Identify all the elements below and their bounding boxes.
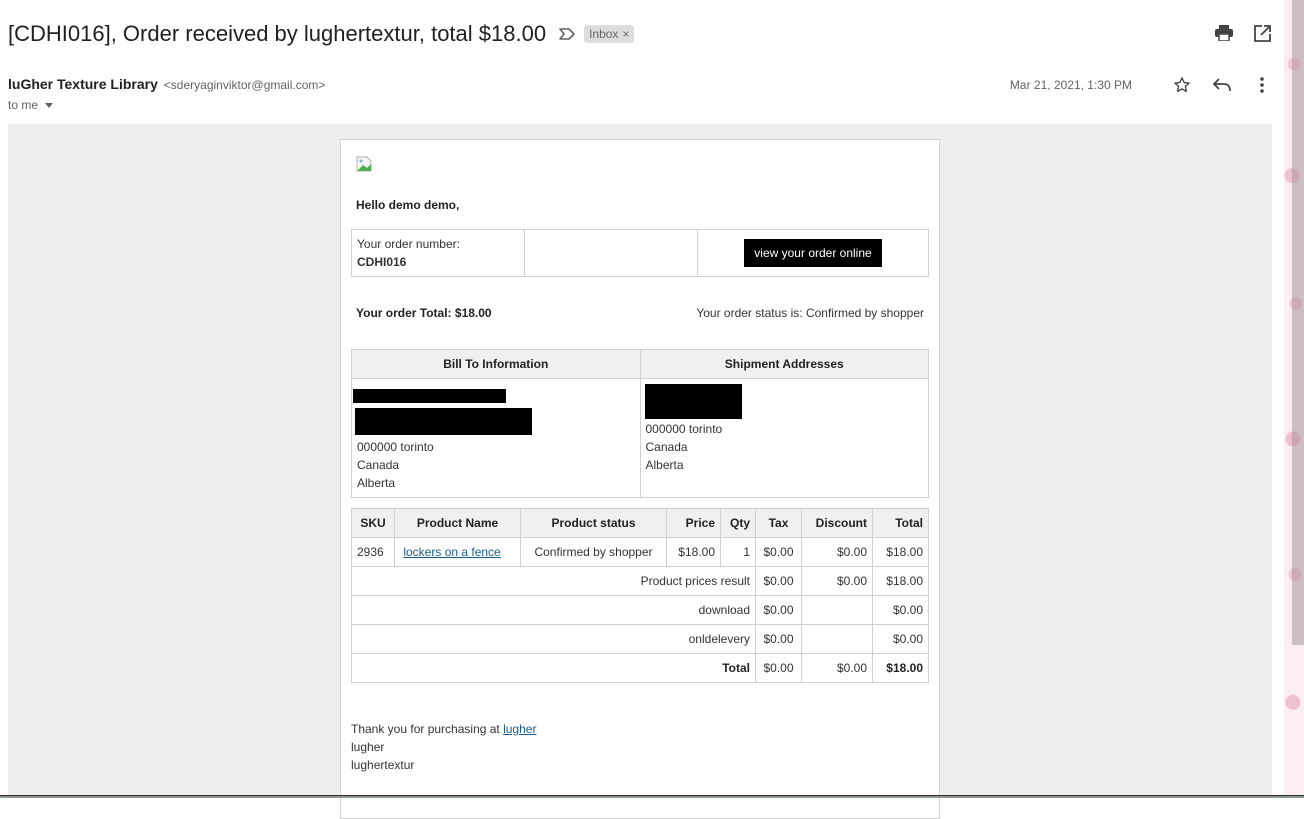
summary-label: Total <box>351 653 756 683</box>
summary-tax: $0.00 <box>755 566 802 596</box>
sender-info: luGher Texture Library <sderyaginviktor@… <box>8 76 325 92</box>
sender-name[interactable]: luGher Texture Library <box>8 76 158 92</box>
summary-discount: $0.00 <box>801 566 873 596</box>
price-cell: $18.00 <box>666 537 721 567</box>
message-date: Mar 21, 2021, 1:30 PM <box>1009 78 1132 92</box>
print-icon[interactable] <box>1214 22 1234 44</box>
grand-total-row: Total $0.00 $0.00 $18.00 <box>351 653 929 683</box>
items-header-row: SKU Product Name Product status Price Qt… <box>351 508 929 538</box>
summary-total: $0.00 <box>872 595 929 625</box>
view-order-online-button[interactable]: view your order online <box>744 239 882 267</box>
ship-address-lines: 000000 torinto Canada Alberta <box>646 420 723 474</box>
summary-discount <box>801 595 873 625</box>
col-qty: Qty <box>720 508 756 538</box>
inbox-label-text: Inbox <box>589 27 619 41</box>
label-important-icon[interactable] <box>558 25 576 43</box>
col-product-status: Product status <box>520 508 667 538</box>
redacted-block <box>353 389 506 403</box>
redacted-block <box>355 408 532 435</box>
summary-row: Product prices result $0.00 $0.00 $18.00 <box>351 566 929 596</box>
message-meta: Mar 21, 2021, 1:30 PM <box>1010 74 1272 96</box>
shipment-header: Shipment Addresses <box>639 349 929 379</box>
broken-image-icon <box>356 156 372 172</box>
thanks-text: Thank you for purchasing at <box>351 722 504 736</box>
summary-label: onldelevery <box>351 624 756 654</box>
summary-tax: $0.00 <box>755 595 802 625</box>
col-sku: SKU <box>351 508 395 538</box>
order-number: CDHI016 <box>357 255 407 269</box>
subject-row: [CDHI016], Order received by lughertextu… <box>8 18 635 50</box>
col-tax: Tax <box>755 508 802 538</box>
thread-actions <box>1214 22 1272 44</box>
address-line: 000000 torinto <box>645 422 723 436</box>
product-link[interactable]: lockers on a fence <box>403 545 500 559</box>
tax-cell: $0.00 <box>755 537 802 567</box>
scrollbar[interactable] <box>1292 0 1304 645</box>
product-status-cell: Confirmed by shopper <box>520 537 667 567</box>
address-line: Canada <box>645 440 688 454</box>
sender-email: <sderyaginviktor@gmail.com> <box>163 78 326 92</box>
summary-tax: $0.00 <box>755 624 802 654</box>
discount-cell: $0.00 <box>801 537 873 567</box>
summary-row: onldelevery $0.00 $0.00 <box>351 624 929 654</box>
recipient-details-toggle[interactable]: to me <box>8 98 54 112</box>
order-total: Your order Total: $18.00 <box>356 306 492 320</box>
summary-total: $18.00 <box>872 566 929 596</box>
empty-cell <box>524 229 698 277</box>
bill-address-lines: 000000 torinto Canada Alberta <box>357 438 434 492</box>
greeting: Hello demo demo, <box>356 198 460 212</box>
shipment-address: 000000 torinto Canada Alberta <box>639 378 929 498</box>
summary-total: $0.00 <box>872 624 929 654</box>
address-line: 000000 torinto <box>357 440 434 454</box>
address-table: Bill To Information Shipment Addresses 0… <box>351 349 929 498</box>
star-icon[interactable] <box>1172 74 1192 96</box>
remove-label-button[interactable]: × <box>622 27 629 41</box>
qty-cell: 1 <box>720 537 756 567</box>
summary-total: $18.00 <box>872 653 929 683</box>
order-items-table: SKU Product Name Product status Price Qt… <box>351 508 929 683</box>
summary-tax: $0.00 <box>755 653 802 683</box>
col-discount: Discount <box>801 508 873 538</box>
address-line: Alberta <box>357 476 396 490</box>
signature-line: lughertextur <box>351 758 415 772</box>
open-in-new-icon[interactable] <box>1252 22 1272 44</box>
order-number-label: Your order number: <box>357 237 460 251</box>
thanks-line: Thank you for purchasing at lugher <box>351 720 536 738</box>
order-number-cell: Your order number: CDHI016 <box>351 229 525 277</box>
address-line: Canada <box>357 458 400 472</box>
summary-discount <box>801 624 873 654</box>
bill-to-header: Bill To Information <box>351 349 641 379</box>
view-order-cell: view your order online <box>697 229 929 277</box>
order-status: Your order status is: Confirmed by shopp… <box>696 306 924 320</box>
email-footer: Thank you for purchasing at lugher lughe… <box>351 720 536 774</box>
signature-line: lugher <box>351 740 385 754</box>
email-subject: [CDHI016], Order received by lughertextu… <box>8 21 547 46</box>
order-number-table: Your order number: CDHI016 view your ord… <box>351 229 929 277</box>
address-line: Alberta <box>645 458 684 472</box>
col-total: Total <box>872 508 929 538</box>
sku-cell: 2936 <box>351 537 395 567</box>
bill-to-address: 000000 torinto Canada Alberta <box>351 378 641 498</box>
total-cell: $18.00 <box>872 537 929 567</box>
col-price: Price <box>666 508 721 538</box>
reply-icon[interactable] <box>1212 74 1232 96</box>
table-row: 2936 lockers on a fence Confirmed by sho… <box>351 537 929 567</box>
product-name-cell: lockers on a fence <box>394 537 521 567</box>
store-link[interactable]: lugher <box>503 722 536 736</box>
inbox-label-chip: Inbox × <box>584 25 635 43</box>
chevron-down-icon[interactable] <box>45 102 54 108</box>
summary-discount: $0.00 <box>801 653 873 683</box>
redacted-block <box>644 384 742 419</box>
recipient-text: to me <box>8 98 39 112</box>
col-product-name: Product Name <box>394 508 521 538</box>
more-vert-icon[interactable] <box>1252 74 1272 96</box>
summary-label: Product prices result <box>351 566 756 596</box>
summary-label: download <box>351 595 756 625</box>
order-email: Hello demo demo, Your order number: CDHI… <box>340 139 940 819</box>
summary-row: download $0.00 $0.00 <box>351 595 929 625</box>
